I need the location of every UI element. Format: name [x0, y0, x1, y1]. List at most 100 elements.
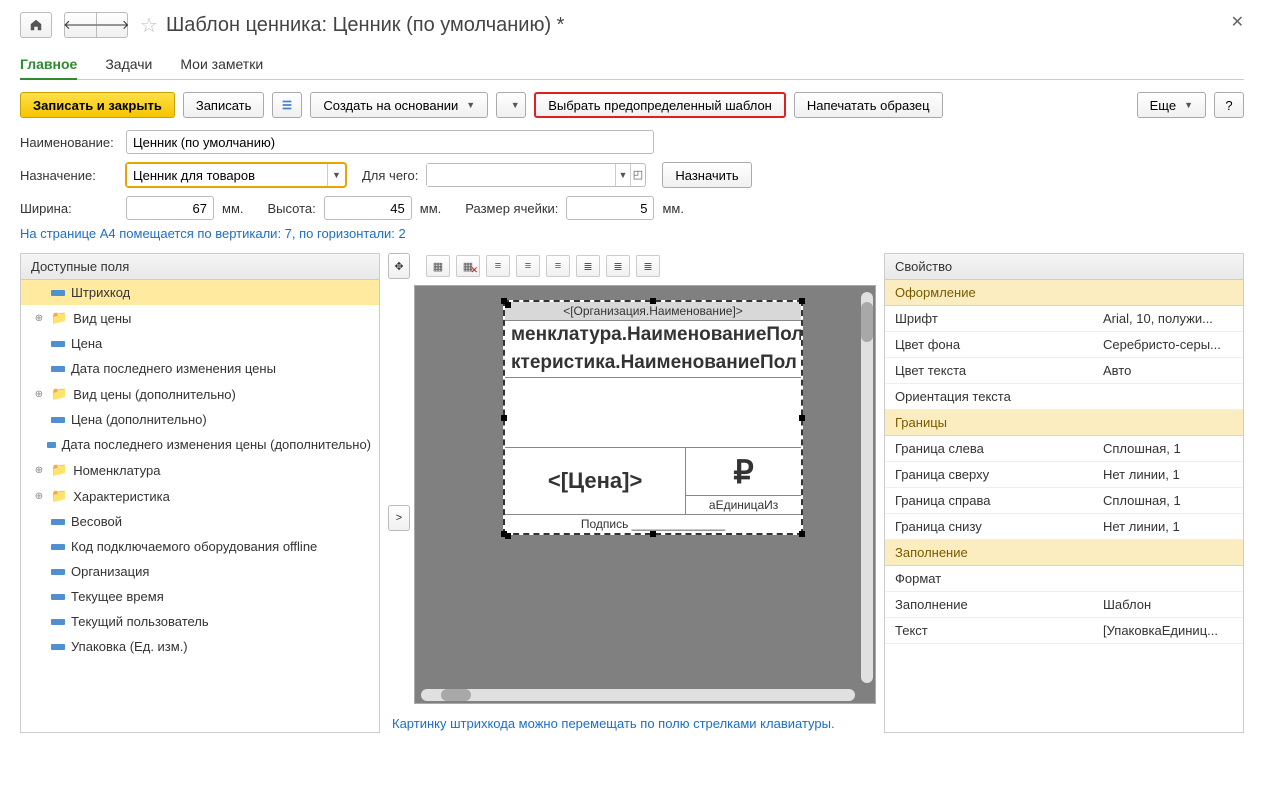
assign-button[interactable]: Назначить [662, 162, 751, 188]
prop-row[interactable]: Цвет текстаАвто [885, 358, 1243, 384]
tab-main[interactable]: Главное [20, 50, 77, 80]
forward-button[interactable]: 🡒 [96, 12, 128, 38]
prop-row[interactable]: Ориентация текста [885, 384, 1243, 410]
prop-value[interactable]: Сплошная, 1 [1103, 441, 1233, 456]
tree-item[interactable]: Текущее время [21, 584, 379, 609]
prop-value[interactable]: Шаблон [1103, 597, 1233, 612]
more-button[interactable]: Еще▼ [1137, 92, 1206, 118]
width-input[interactable] [126, 196, 214, 220]
prop-row[interactable]: Граница сверхуНет линии, 1 [885, 462, 1243, 488]
tree-item[interactable]: Дата последнего изменения цены [21, 356, 379, 381]
purpose-input[interactable] [127, 164, 327, 186]
insert-field-button[interactable]: > [388, 505, 410, 531]
tree-item[interactable]: Упаковка (Ед. изм.) [21, 634, 379, 659]
tpl-price[interactable]: <[Цена]> [505, 448, 686, 514]
prop-value[interactable]: Серебристо-серы... [1103, 337, 1233, 352]
tree-item[interactable]: Текущий пользователь [21, 609, 379, 634]
expander-icon[interactable]: ⊕ [33, 389, 45, 400]
canvas-hscrollbar[interactable] [421, 689, 855, 701]
tpl-char[interactable]: ктеристика.НаименованиеПол [505, 349, 801, 378]
name-input[interactable] [126, 130, 654, 154]
prop-value[interactable]: Arial, 10, полужи... [1103, 311, 1233, 326]
forwhat-input[interactable] [427, 164, 615, 186]
align-top-button[interactable]: ≣ [576, 255, 600, 277]
save-button[interactable]: Записать [183, 92, 265, 118]
tpl-barcode-area[interactable] [505, 378, 801, 448]
home-button[interactable] [20, 12, 52, 38]
tree-item[interactable]: ⊕📁Номенклатура [21, 457, 379, 483]
tree-item[interactable]: Штрихкод [21, 280, 379, 305]
canvas-vscrollbar[interactable] [861, 292, 873, 683]
align-bottom-button[interactable]: ≣ [636, 255, 660, 277]
forwhat-dropdown-icon[interactable]: ▼ [615, 164, 629, 186]
tree-item[interactable]: ⊕📁Характеристика [21, 483, 379, 509]
prop-row[interactable]: ШрифтArial, 10, полужи... [885, 306, 1243, 332]
select-predefined-button[interactable]: Выбрать предопределенный шаблон [534, 92, 786, 118]
prop-value[interactable]: Авто [1103, 363, 1233, 378]
align-left-button[interactable]: ≡ [486, 255, 510, 277]
print-sample-button[interactable]: Напечатать образец [794, 92, 943, 118]
tree-item[interactable]: ⊕📁Вид цены (дополнительно) [21, 381, 379, 407]
create-based-button[interactable]: Создать на основании▼ [310, 92, 488, 118]
list-icon-button[interactable] [272, 92, 302, 118]
favorite-star-icon[interactable]: ☆ [140, 13, 158, 38]
resize-handle[interactable] [501, 531, 507, 537]
tpl-ruble[interactable]: ₽ [686, 448, 801, 496]
align-right-button[interactable]: ≡ [546, 255, 570, 277]
purpose-combo[interactable]: ▼ [126, 163, 346, 187]
back-button[interactable]: 🡐 [64, 12, 96, 38]
prop-row[interactable]: Граница слеваСплошная, 1 [885, 436, 1243, 462]
tpl-org[interactable]: <[Организация.Наименование]> [505, 302, 801, 321]
tab-notes[interactable]: Мои заметки [180, 50, 263, 79]
tree-item[interactable]: Весовой [21, 509, 379, 534]
attach-dropdown-button[interactable]: ▼ [496, 92, 526, 118]
expander-icon[interactable]: ⊕ [33, 313, 45, 324]
fields-tree[interactable]: Штрихкод⊕📁Вид ценыЦенаДата последнего из… [21, 280, 379, 732]
tree-item[interactable]: Дата последнего изменения цены (дополнит… [21, 432, 379, 457]
tree-item[interactable]: Организация [21, 559, 379, 584]
label-template-frame[interactable]: <[Организация.Наименование]> менклатура.… [503, 300, 803, 535]
prop-row[interactable]: Граница справаСплошная, 1 [885, 488, 1243, 514]
resize-handle[interactable] [799, 415, 805, 421]
resize-handle[interactable] [799, 298, 805, 304]
tree-item[interactable]: Цена (дополнительно) [21, 407, 379, 432]
tree-item[interactable]: Код подключаемого оборудования offline [21, 534, 379, 559]
toggle-grid-button[interactable]: ▦ [426, 255, 450, 277]
toggle-grid-off-button[interactable]: ▦✕ [456, 255, 480, 277]
prop-row[interactable]: Текст[УпаковкаЕдиниц... [885, 618, 1243, 644]
resize-handle[interactable] [650, 531, 656, 537]
cell-input[interactable] [566, 196, 654, 220]
expander-icon[interactable]: ⊕ [33, 491, 45, 502]
close-button[interactable]: ✕ [1231, 12, 1244, 32]
tree-item[interactable]: ⊕📁Вид цены [21, 305, 379, 331]
properties-table[interactable]: ОформлениеШрифтArial, 10, полужи...Цвет … [885, 280, 1243, 732]
label-canvas[interactable]: <[Организация.Наименование]> менклатура.… [414, 285, 876, 704]
tab-tasks[interactable]: Задачи [105, 50, 152, 79]
save-close-button[interactable]: Записать и закрыть [20, 92, 175, 118]
resize-handle[interactable] [501, 298, 507, 304]
prop-row[interactable]: Граница снизуНет линии, 1 [885, 514, 1243, 540]
expander-icon[interactable]: ⊕ [33, 465, 45, 476]
prop-row[interactable]: Цвет фонаСеребристо-серы... [885, 332, 1243, 358]
help-button[interactable]: ? [1214, 92, 1244, 118]
resize-handle[interactable] [799, 531, 805, 537]
height-input[interactable] [324, 196, 412, 220]
tpl-nom[interactable]: менклатура.НаименованиеПол [505, 321, 801, 349]
align-middle-button[interactable]: ≣ [606, 255, 630, 277]
align-center-button[interactable]: ≡ [516, 255, 540, 277]
move-handle-button[interactable]: ✥ [388, 253, 410, 279]
forwhat-open-icon[interactable]: ◰ [630, 164, 646, 186]
prop-value[interactable]: Нет линии, 1 [1103, 467, 1233, 482]
forwhat-combo[interactable]: ▼ ◰ [426, 163, 646, 187]
prop-value[interactable] [1103, 571, 1233, 586]
resize-handle[interactable] [501, 415, 507, 421]
tpl-unit[interactable]: аЕдиницаИз [686, 496, 801, 514]
prop-value[interactable]: Сплошная, 1 [1103, 493, 1233, 508]
prop-value[interactable]: Нет линии, 1 [1103, 519, 1233, 534]
resize-handle[interactable] [650, 298, 656, 304]
prop-row[interactable]: Формат [885, 566, 1243, 592]
prop-value[interactable]: [УпаковкаЕдиниц... [1103, 623, 1233, 638]
prop-row[interactable]: ЗаполнениеШаблон [885, 592, 1243, 618]
tree-item[interactable]: Цена [21, 331, 379, 356]
prop-value[interactable] [1103, 389, 1233, 404]
